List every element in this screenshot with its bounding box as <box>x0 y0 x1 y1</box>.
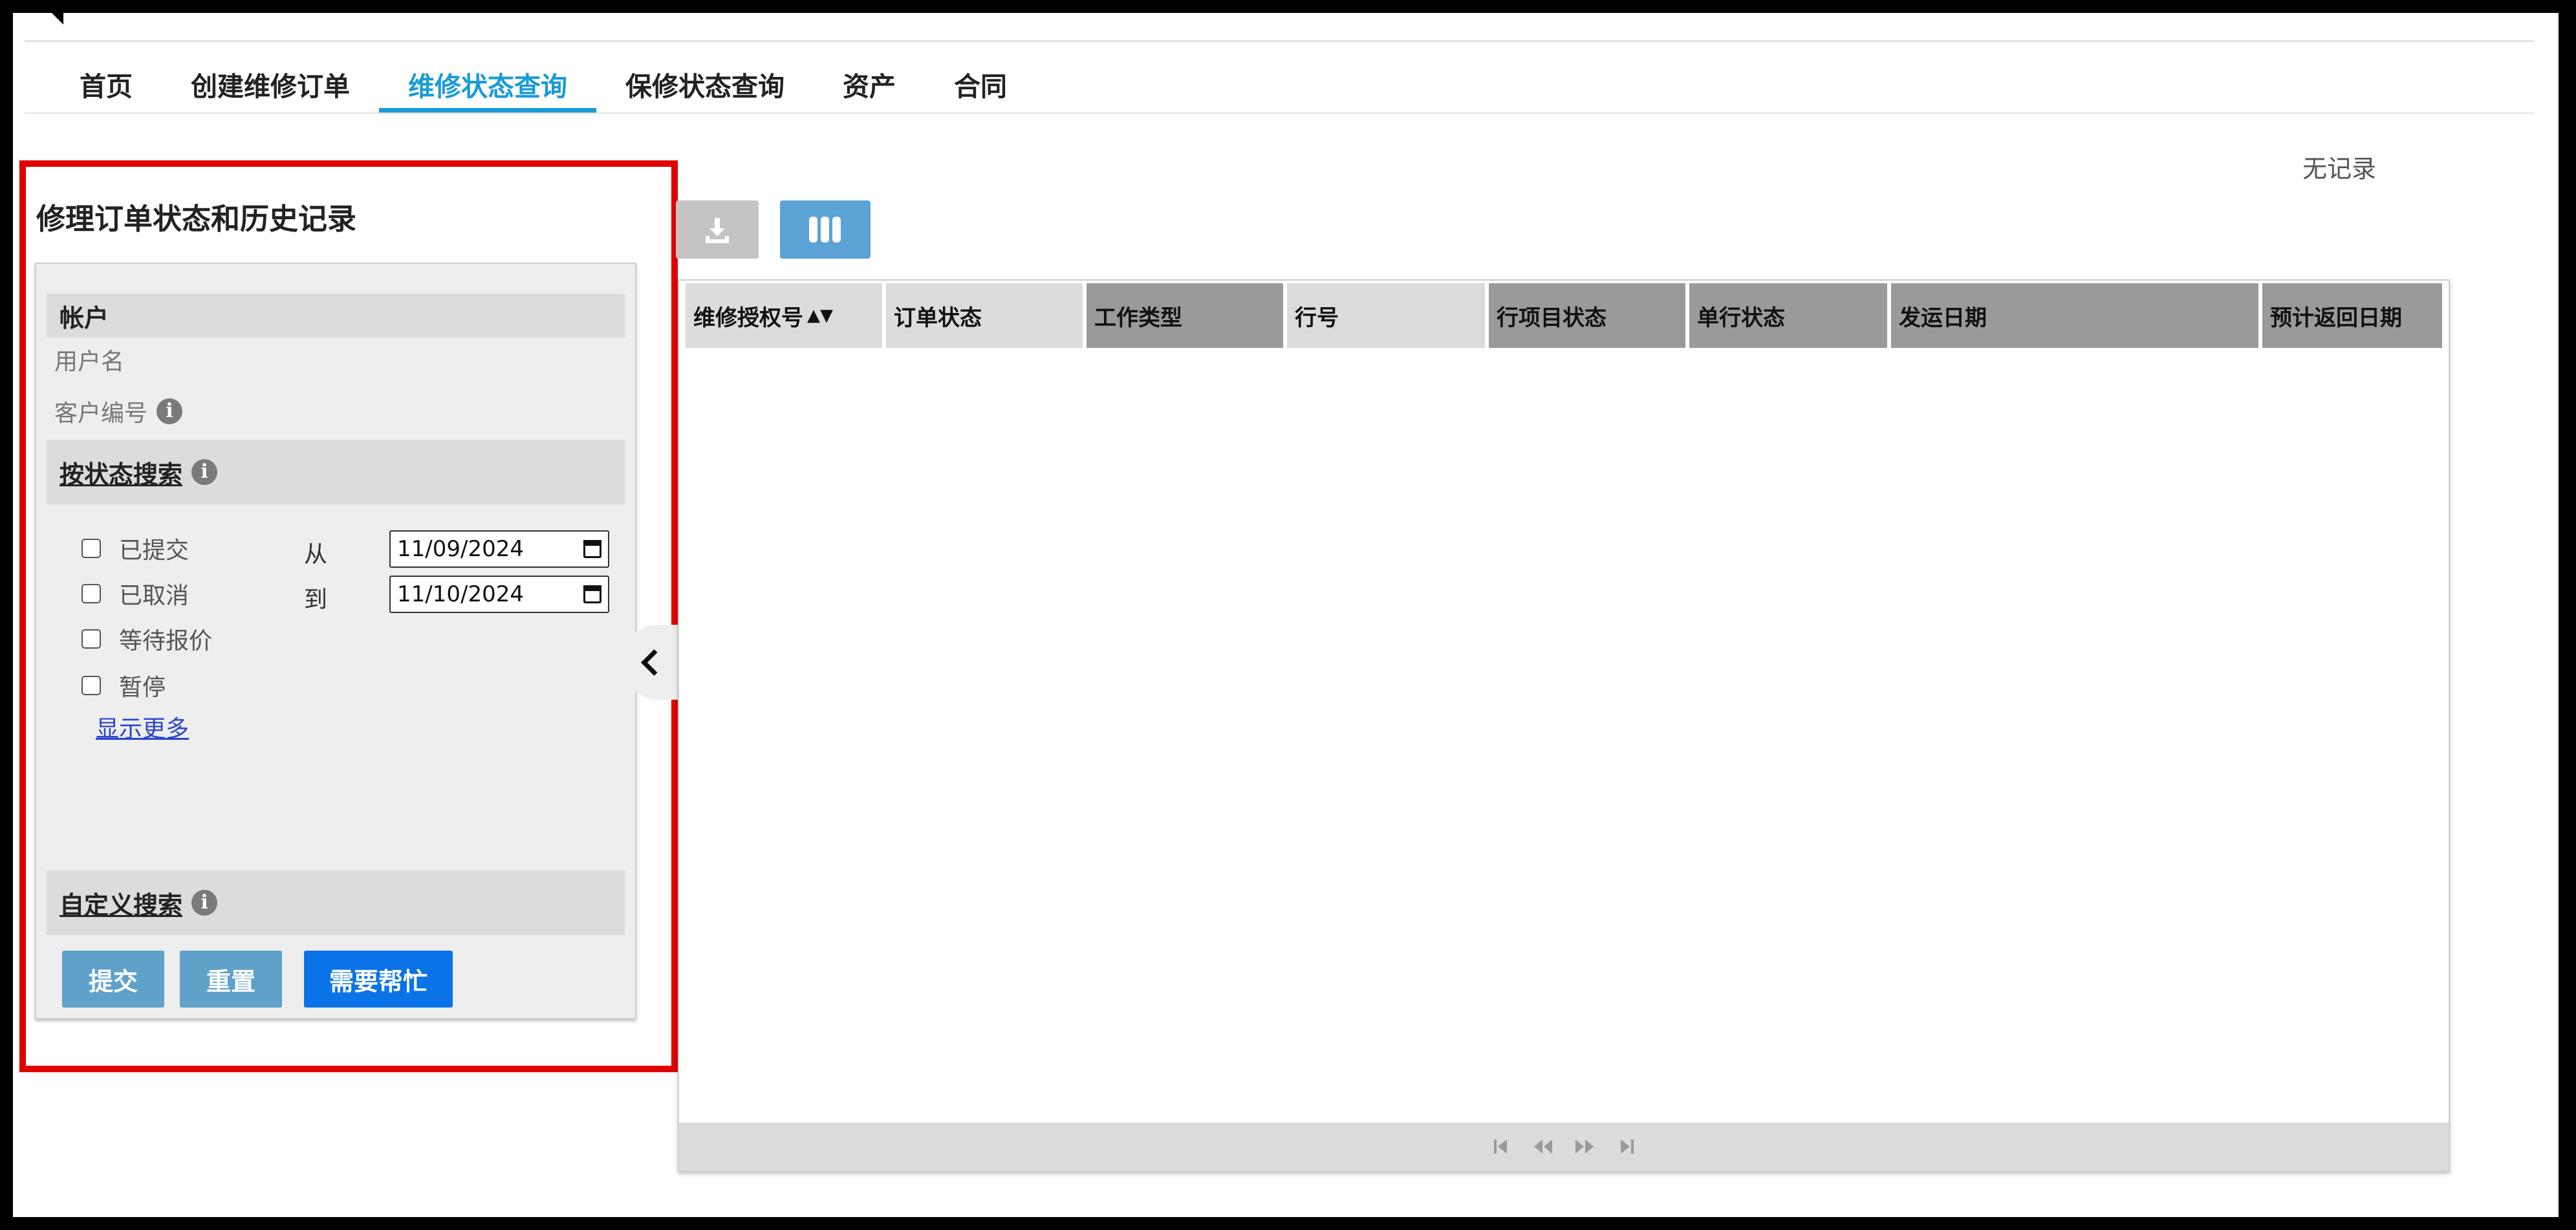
column-header-ship-date[interactable]: 发运日期 <box>1891 283 2262 348</box>
nav-top-divider <box>25 40 2534 42</box>
column-header-single-line-status[interactable]: 单行状态 <box>1689 283 1891 348</box>
submitted-label: 已提交 <box>119 537 189 564</box>
info-icon[interactable]: i <box>191 890 218 916</box>
status-option-awaiting-quote[interactable]: 等待报价 <box>81 622 212 656</box>
submitted-checkbox[interactable] <box>81 539 101 558</box>
panel-title: 修理订单状态和历史记录 <box>36 202 357 236</box>
account-section-header: 帐户 <box>47 294 625 338</box>
sort-icon[interactable]: ▲▼ <box>807 306 833 325</box>
nav-warranty-status[interactable]: 保修状态查询 <box>596 61 814 113</box>
results-table: 维修授权号 ▲▼ 订单状态 工作类型 行号 行项目状态 单行状态 发运日期 预计… <box>678 279 2450 1172</box>
nav-repair-status[interactable]: 维修状态查询 <box>379 61 596 113</box>
columns-icon <box>809 217 841 243</box>
column-header-order-status[interactable]: 订单状态 <box>886 283 1087 348</box>
next-page-icon <box>1575 1139 1594 1154</box>
info-icon[interactable]: i <box>157 398 183 424</box>
search-panel: 帐户 用户名 客户编号 i 按状态搜索 i 已提交 已取消 等待报价 暂停 从 <box>35 263 636 1019</box>
prev-page-icon <box>1534 1139 1552 1154</box>
status-option-submitted[interactable]: 已提交 <box>81 532 189 565</box>
from-label: 从 <box>304 541 328 568</box>
reset-button[interactable]: 重置 <box>180 951 282 1008</box>
info-icon[interactable]: i <box>191 459 218 485</box>
corner-decoration <box>52 13 63 25</box>
cancelled-label: 已取消 <box>119 583 189 609</box>
to-label: 到 <box>304 587 328 613</box>
column-header-label: 发运日期 <box>1899 305 1987 331</box>
from-date-input[interactable]: 11/09/2024 <box>389 530 609 568</box>
main-nav: 首页 创建维修订单 维修状态查询 保修状态查询 资产 合同 <box>50 61 1036 113</box>
custom-search-toggle[interactable]: 自定义搜索 <box>60 885 182 921</box>
status-search-toggle[interactable]: 按状态搜索 <box>60 455 182 490</box>
last-page-icon <box>1621 1139 1634 1154</box>
column-header-label: 工作类型 <box>1094 305 1182 331</box>
to-date-input[interactable]: 11/10/2024 <box>389 576 609 613</box>
column-header-line-item-status[interactable]: 行项目状态 <box>1489 283 1689 348</box>
column-header-rma-number[interactable]: 维修授权号 ▲▼ <box>686 283 886 348</box>
column-chooser-button[interactable] <box>780 200 871 259</box>
awaiting-quote-checkbox[interactable] <box>81 629 101 649</box>
paused-label: 暂停 <box>119 674 166 701</box>
column-header-label: 订单状态 <box>894 305 982 331</box>
column-header-label: 预计返回日期 <box>2270 305 2402 331</box>
next-page-button[interactable] <box>1572 1137 1597 1156</box>
table-header: 维修授权号 ▲▼ 订单状态 工作类型 行号 行项目状态 单行状态 发运日期 预计… <box>686 283 2442 348</box>
column-header-work-type[interactable]: 工作类型 <box>1087 283 1287 348</box>
column-header-label: 行项目状态 <box>1497 305 1607 331</box>
nav-contracts[interactable]: 合同 <box>925 61 1036 113</box>
from-date-value: 11/09/2024 <box>397 536 524 562</box>
nav-create-repair-order[interactable]: 创建维修订单 <box>162 61 379 113</box>
awaiting-quote-label: 等待报价 <box>119 628 213 654</box>
calendar-icon[interactable] <box>583 540 601 558</box>
to-date-value: 11/10/2024 <box>397 581 524 607</box>
paused-checkbox[interactable] <box>81 676 101 695</box>
last-page-button[interactable] <box>1613 1137 1639 1156</box>
column-header-label: 行号 <box>1295 305 1339 331</box>
customer-number-field: 客户编号 i <box>54 394 183 428</box>
no-records-label: 无记录 <box>2302 155 2377 183</box>
column-header-label: 单行状态 <box>1697 305 1785 331</box>
chevron-left-icon <box>640 649 667 676</box>
account-section-title: 帐户 <box>60 303 109 332</box>
column-header-line-number[interactable]: 行号 <box>1287 283 1489 348</box>
cancelled-checkbox[interactable] <box>81 584 101 603</box>
first-page-icon <box>1494 1139 1507 1154</box>
status-option-paused[interactable]: 暂停 <box>81 669 166 702</box>
download-button[interactable] <box>676 200 759 259</box>
pagination-bar <box>679 1123 2449 1171</box>
help-button[interactable]: 需要帮忙 <box>304 951 453 1008</box>
status-search-header: 按状态搜索 i <box>47 440 625 504</box>
show-more-link[interactable]: 显示更多 <box>96 710 189 744</box>
username-label: 用户名 <box>54 349 125 375</box>
status-option-cancelled[interactable]: 已取消 <box>81 577 189 610</box>
first-page-button[interactable] <box>1489 1137 1515 1156</box>
column-header-label: 维修授权号 <box>693 305 803 331</box>
nav-assets[interactable]: 资产 <box>814 61 925 113</box>
customer-number-label: 客户编号 <box>54 400 148 427</box>
download-icon <box>706 218 729 243</box>
custom-search-header: 自定义搜索 i <box>47 870 625 935</box>
calendar-icon[interactable] <box>583 585 601 603</box>
nav-home[interactable]: 首页 <box>50 61 162 113</box>
prev-page-button[interactable] <box>1530 1137 1556 1156</box>
submit-button[interactable]: 提交 <box>62 951 164 1008</box>
nav-bottom-divider <box>25 113 2534 114</box>
column-header-expected-return-date[interactable]: 预计返回日期 <box>2262 283 2442 348</box>
app-window: 首页 创建维修订单 维修状态查询 保修状态查询 资产 合同 无记录 修理订单状态… <box>13 13 2559 1217</box>
